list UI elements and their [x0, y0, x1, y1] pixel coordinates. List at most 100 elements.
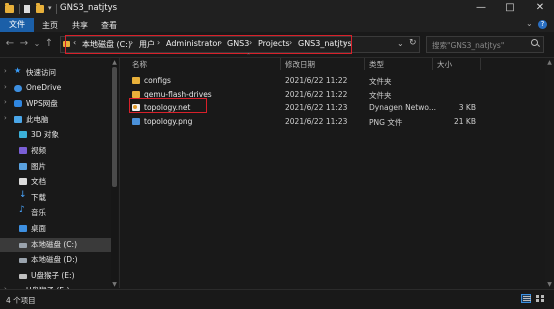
- column-divider[interactable]: [364, 58, 365, 70]
- file-date: 2021/6/22 11:22: [285, 89, 348, 99]
- content-scroll-up-icon[interactable]: ▲: [545, 59, 554, 66]
- sort-indicator-icon: ˄: [247, 53, 250, 60]
- wps-cloud-icon: [14, 100, 22, 108]
- sidebar-item[interactable]: 本地磁盘 (C:): [0, 237, 118, 252]
- desktop-icon: [19, 225, 27, 232]
- pictures-icon: [19, 162, 27, 170]
- quick-properties-icon[interactable]: [24, 5, 30, 13]
- sidebar-item-label: 视频: [31, 146, 46, 155]
- download-icon: ↓: [19, 189, 27, 200]
- folder-icon: [132, 77, 140, 84]
- sidebar-item-label: U盘猴子 (E:): [31, 270, 75, 280]
- expand-chevron-icon[interactable]: ›: [4, 83, 7, 91]
- sidebar-item-label: WPS网盘: [26, 99, 58, 109]
- sidebar-scroll-up-icon[interactable]: ▲: [110, 59, 119, 66]
- details-view-icon[interactable]: [521, 294, 531, 303]
- sidebar-item[interactable]: 图片: [0, 160, 118, 174]
- minimize-button[interactable]: —: [474, 2, 488, 14]
- window-title: GNS3_natjtys: [60, 3, 118, 13]
- video-icon: [19, 147, 27, 154]
- column-header-type[interactable]: 类型: [369, 59, 384, 70]
- forward-button[interactable]: →: [18, 38, 30, 50]
- sidebar-item[interactable]: › 此电脑: [0, 113, 118, 127]
- expand-chevron-icon[interactable]: ›: [4, 114, 7, 122]
- sidebar-item-label: 本地磁盘 (D:): [31, 255, 78, 265]
- address-history-dropdown-icon[interactable]: ⌄: [397, 39, 404, 48]
- sidebar-item[interactable]: › ★ 快速访问: [0, 66, 118, 80]
- help-icon[interactable]: ?: [538, 20, 547, 29]
- customize-toolbar-chevron-icon[interactable]: ▾: [48, 4, 52, 12]
- sidebar-item-label: 此电脑: [26, 114, 49, 124]
- sidebar-item[interactable]: 桌面: [0, 222, 118, 236]
- column-header-size[interactable]: 大小: [437, 59, 452, 70]
- sidebar-item-label: 桌面: [31, 224, 46, 233]
- sidebar-scroll-down-icon[interactable]: ▼: [110, 281, 119, 288]
- column-header-name[interactable]: 名称: [132, 59, 147, 70]
- sidebar-item-label: 音乐: [31, 208, 46, 218]
- new-folder-icon[interactable]: [36, 3, 44, 13]
- maximize-button[interactable]: □: [503, 2, 517, 14]
- content-scroll-down-icon[interactable]: ▼: [545, 281, 554, 288]
- documents-icon: [19, 178, 27, 186]
- sidebar-item-label: 下载: [31, 192, 46, 202]
- back-button[interactable]: ←: [4, 38, 16, 50]
- sidebar-item[interactable]: ↓ 下载: [0, 189, 118, 205]
- sidebar-item[interactable]: U盘猴子 (E:): [0, 269, 118, 283]
- file-name: topology.png: [144, 116, 193, 126]
- tab-share[interactable]: 共享: [72, 20, 88, 31]
- sidebar-item[interactable]: › OneDrive: [0, 82, 118, 96]
- sidebar-item-label: 本地磁盘 (C:): [31, 239, 77, 249]
- close-button[interactable]: ✕: [533, 2, 547, 14]
- recent-locations-button[interactable]: ⌄: [31, 38, 43, 50]
- title-divider: [19, 4, 20, 14]
- column-divider[interactable]: [280, 58, 281, 70]
- address-highlight-box: [65, 35, 352, 54]
- file-date: 2021/6/22 11:23: [285, 116, 348, 126]
- drive-icon: [19, 258, 27, 264]
- sidebar-item[interactable]: ♪ 音乐: [0, 205, 118, 220]
- image-file-icon: [132, 117, 140, 125]
- computer-icon: [14, 115, 22, 123]
- sidebar-item[interactable]: 视频: [0, 144, 118, 158]
- expand-chevron-icon[interactable]: ›: [4, 98, 7, 106]
- sidebar-item-label: OneDrive: [26, 82, 62, 92]
- drive-icon: [19, 242, 27, 248]
- cloud-icon: [14, 84, 22, 92]
- sidebar-item[interactable]: 本地磁盘 (D:): [0, 253, 118, 267]
- expand-ribbon-icon[interactable]: ⌄: [526, 19, 533, 28]
- search-icon[interactable]: [531, 39, 538, 46]
- sidebar-scrollbar-thumb[interactable]: [112, 67, 117, 187]
- search-placeholder: 搜索"GNS3_natjtys": [432, 41, 505, 50]
- file-type: 文件夹: [369, 77, 392, 86]
- sidebar-item-label: 3D 对象: [31, 130, 59, 140]
- tab-file[interactable]: 文件: [0, 18, 34, 32]
- sidebar-item-label: 文档: [31, 177, 46, 187]
- file-name: configs: [144, 76, 171, 85]
- file-date: 2021/6/22 11:22: [285, 76, 348, 85]
- pane-divider[interactable]: [119, 58, 120, 288]
- tab-home[interactable]: 主页: [42, 20, 58, 31]
- large-icons-view-icon[interactable]: [535, 294, 545, 303]
- up-button[interactable]: ↑: [43, 38, 55, 50]
- sidebar-item[interactable]: 文档: [0, 175, 118, 189]
- refresh-icon[interactable]: ↻: [409, 38, 417, 48]
- file-type: 文件夹: [369, 90, 392, 100]
- usb-drive-icon: [19, 273, 27, 279]
- file-row[interactable]: topology.png 2021/6/22 11:23 PNG 文件 21 KB: [128, 115, 488, 128]
- sidebar-item[interactable]: 3D 对象: [0, 128, 118, 142]
- column-header-date[interactable]: 修改日期: [285, 59, 315, 70]
- column-divider[interactable]: [432, 58, 433, 70]
- sidebar-item[interactable]: › WPS网盘: [0, 97, 118, 111]
- tab-view[interactable]: 查看: [101, 20, 117, 31]
- sidebar-item-label: 图片: [31, 161, 46, 171]
- expand-chevron-icon[interactable]: ›: [4, 67, 7, 75]
- file-type: PNG 文件: [369, 117, 403, 127]
- file-row[interactable]: configs 2021/6/22 11:22 文件夹: [128, 74, 488, 87]
- sidebar-item-label: 快速访问: [26, 68, 56, 77]
- content-scrollbar[interactable]: [545, 58, 554, 288]
- file-size: 3 KB: [458, 103, 476, 112]
- file-type: Dynagen Netwo...: [369, 103, 436, 112]
- item-count: 4 个项目: [6, 296, 36, 305]
- column-divider[interactable]: [480, 58, 481, 70]
- file-date: 2021/6/22 11:23: [285, 103, 348, 112]
